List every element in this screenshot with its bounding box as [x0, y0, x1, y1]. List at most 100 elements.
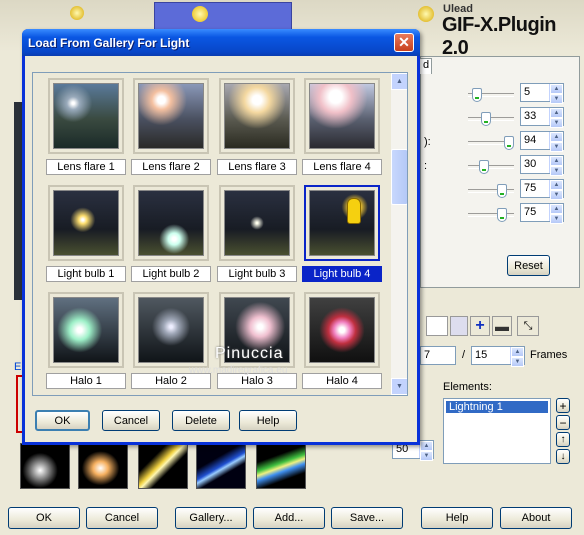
gallery-thumb[interactable]: [48, 78, 124, 154]
param-slider[interactable]: [468, 112, 514, 126]
gallery-thumb[interactable]: [304, 185, 380, 261]
add-frame-icon[interactable]: +: [470, 316, 490, 336]
layout-icon[interactable]: [426, 316, 448, 336]
param-slider[interactable]: [468, 88, 514, 102]
gallery-thumb-image: [138, 190, 204, 256]
chevron-down-icon[interactable]: ▼: [420, 451, 433, 461]
gallery-thumb-label[interactable]: Halo 4: [302, 373, 382, 389]
gallery-thumb-image: [224, 83, 290, 149]
ok-button[interactable]: OK: [8, 507, 80, 529]
tab-settings[interactable]: d: [418, 58, 432, 74]
scroll-down-icon[interactable]: ▼: [391, 378, 407, 395]
gallery-thumb[interactable]: [133, 185, 209, 261]
slider-thumb[interactable]: [497, 208, 507, 222]
chevron-up-icon[interactable]: ▲: [511, 347, 524, 357]
param-stepper[interactable]: 30 ▲ ▼: [520, 155, 564, 176]
chevron-up-icon[interactable]: ▲: [550, 84, 563, 94]
gallery-thumb[interactable]: [133, 78, 209, 154]
gallery-thumb-label[interactable]: Light bulb 1: [46, 266, 126, 282]
slider-thumb[interactable]: [479, 160, 489, 174]
gallery-button[interactable]: Gallery...: [175, 507, 247, 529]
effect-thumb-streak[interactable]: [138, 443, 188, 489]
gallery-thumb-label[interactable]: Light bulb 4: [302, 266, 382, 282]
list-item[interactable]: Lightning 1: [446, 401, 548, 413]
effect-thumb-comet[interactable]: [196, 443, 246, 489]
about-button[interactable]: About: [500, 507, 572, 529]
chevron-down-icon[interactable]: ▼: [550, 142, 563, 152]
scroll-up-icon[interactable]: ▲: [391, 73, 407, 90]
param-value[interactable]: 75: [521, 204, 549, 221]
slider-thumb[interactable]: [497, 184, 507, 198]
chevron-down-icon[interactable]: ▼: [550, 190, 563, 200]
chevron-up-icon[interactable]: ▲: [420, 441, 433, 451]
close-icon[interactable]: ✕: [394, 33, 414, 52]
gallery-thumb[interactable]: [304, 78, 380, 154]
frame-total-stepper[interactable]: 15 ▲ ▼: [471, 346, 525, 367]
chevron-down-icon[interactable]: ▼: [550, 166, 563, 176]
gallery-thumb-label[interactable]: Lens flare 2: [131, 159, 211, 175]
gallery-thumb[interactable]: [48, 292, 124, 368]
gallery-thumb-label[interactable]: Halo 1: [46, 373, 126, 389]
gallery-thumb[interactable]: [219, 78, 295, 154]
param-stepper[interactable]: 33 ▲ ▼: [520, 107, 564, 128]
slider-thumb[interactable]: [472, 88, 482, 102]
dialog-help-button[interactable]: Help: [239, 410, 297, 431]
chevron-down-icon[interactable]: ▼: [550, 118, 563, 128]
elements-list[interactable]: Lightning 1: [443, 398, 551, 464]
transform-icon[interactable]: ⤡: [517, 316, 539, 336]
chevron-up-icon[interactable]: ▲: [550, 132, 563, 142]
param-slider[interactable]: [468, 160, 514, 174]
param-stepper[interactable]: 75 ▲ ▼: [520, 203, 564, 224]
gallery-thumb-label[interactable]: Lens flare 3: [217, 159, 297, 175]
param-value[interactable]: 30: [521, 156, 549, 173]
effect-thumb-orb[interactable]: [78, 443, 128, 489]
slider-thumb[interactable]: [504, 136, 514, 150]
param-slider[interactable]: [468, 208, 514, 222]
dialog-cancel-button[interactable]: Cancel: [102, 410, 160, 431]
gallery-thumb-label[interactable]: Light bulb 2: [131, 266, 211, 282]
add-button[interactable]: Add...: [253, 507, 325, 529]
param-stepper[interactable]: 5 ▲ ▼: [520, 83, 564, 104]
effect-thumb-wave[interactable]: [256, 443, 306, 489]
element-remove-button[interactable]: −: [556, 415, 570, 430]
remove-frame-icon[interactable]: ▬: [492, 316, 512, 336]
gallery-thumb-label[interactable]: Light bulb 3: [217, 266, 297, 282]
chevron-up-icon[interactable]: ▲: [550, 204, 563, 214]
frame-current-field[interactable]: 7: [420, 346, 456, 365]
element-down-button[interactable]: ↓: [556, 449, 570, 464]
effect-thumb-glow[interactable]: [20, 443, 70, 489]
param-stepper[interactable]: 94 ▲ ▼: [520, 131, 564, 152]
gallery-thumb[interactable]: [48, 185, 124, 261]
element-add-button[interactable]: +: [556, 398, 570, 413]
slider-thumb[interactable]: [481, 112, 491, 126]
element-up-button[interactable]: ↑: [556, 432, 570, 447]
param-slider[interactable]: [468, 136, 514, 150]
chevron-down-icon[interactable]: ▼: [550, 94, 563, 104]
chevron-down-icon[interactable]: ▼: [511, 357, 524, 367]
chevron-up-icon[interactable]: ▲: [550, 180, 563, 190]
gallery-thumb-label[interactable]: Lens flare 1: [46, 159, 126, 175]
help-button[interactable]: Help: [421, 507, 493, 529]
gallery-thumb-label[interactable]: Lens flare 4: [302, 159, 382, 175]
chevron-up-icon[interactable]: ▲: [550, 108, 563, 118]
swap-icon[interactable]: [450, 316, 468, 336]
param-stepper[interactable]: 75 ▲ ▼: [520, 179, 564, 200]
gallery-scrollbar[interactable]: ▲ ▼: [391, 73, 407, 395]
dialog-delete-button[interactable]: Delete: [172, 410, 230, 431]
chevron-up-icon[interactable]: ▲: [550, 156, 563, 166]
param-value[interactable]: 5: [521, 84, 549, 101]
dialog-ok-button[interactable]: OK: [35, 410, 90, 431]
param-value[interactable]: 75: [521, 180, 549, 197]
scroll-thumb[interactable]: [391, 149, 407, 205]
reset-button[interactable]: Reset: [507, 255, 550, 276]
save-button[interactable]: Save...: [331, 507, 403, 529]
chevron-down-icon[interactable]: ▼: [550, 214, 563, 224]
dialog-title-bar[interactable]: Load From Gallery For Light ✕: [22, 29, 420, 56]
gallery-thumb[interactable]: [304, 292, 380, 368]
cancel-button[interactable]: Cancel: [86, 507, 158, 529]
param-slider[interactable]: [468, 184, 514, 198]
param-value[interactable]: 33: [521, 108, 549, 125]
gallery-thumb[interactable]: [133, 292, 209, 368]
gallery-thumb[interactable]: [219, 185, 295, 261]
param-value[interactable]: 94: [521, 132, 549, 149]
